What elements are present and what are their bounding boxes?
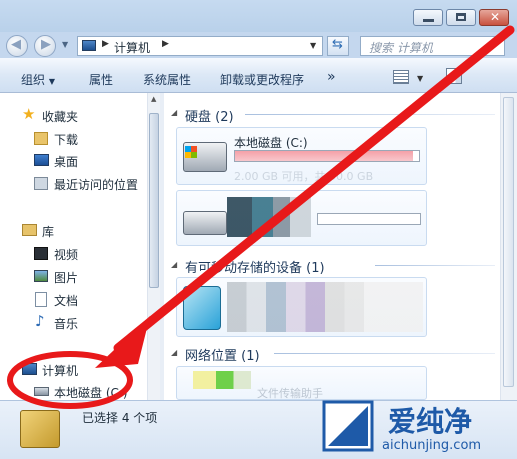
watermark-url: aichunjing.com bbox=[382, 438, 482, 453]
red-arrow-shaft bbox=[113, 25, 515, 353]
watermark-brand: 爱纯净 bbox=[388, 405, 473, 438]
annotation-overlay bbox=[7, 25, 515, 409]
watermark-logo-icon bbox=[322, 400, 374, 452]
red-circle bbox=[7, 351, 133, 409]
watermark: 爱纯净 aichunjing.com bbox=[318, 396, 517, 458]
